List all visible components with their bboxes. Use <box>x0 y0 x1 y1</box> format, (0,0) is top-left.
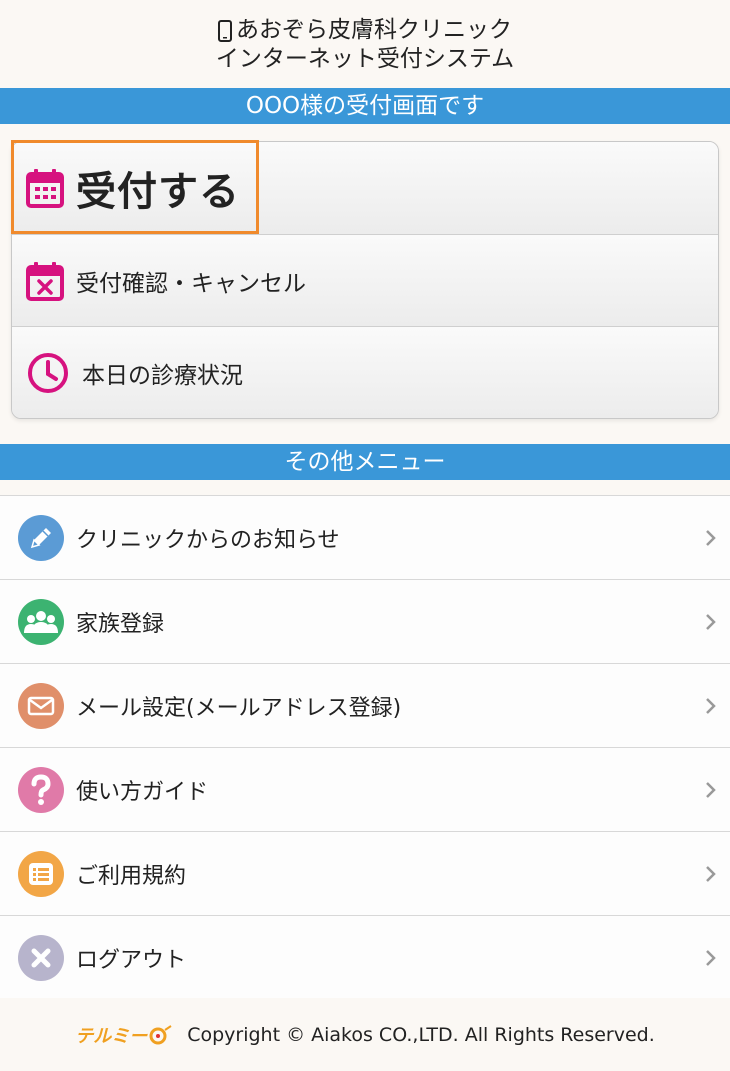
header-line1: あおぞら皮膚科クリニック <box>0 16 730 45</box>
menu-item-guide[interactable]: 使い方ガイド <box>0 748 730 832</box>
calendar-cancel-icon <box>26 261 64 301</box>
chevron-right-icon <box>706 781 716 798</box>
menu-item-label: ログアウト <box>76 947 187 973</box>
footer: テルミー Copyright © Aiakos CO.,LTD. All Rig… <box>0 998 730 1071</box>
telme-logo: テルミー <box>75 1022 173 1048</box>
menu-item-mail-settings[interactable]: メール設定(メールアドレス登録) <box>0 664 730 748</box>
menu-item-label: 家族登録 <box>76 611 165 637</box>
family-icon <box>18 598 64 645</box>
mail-icon <box>18 682 64 729</box>
other-menu-list: クリニックからのお知らせ 家族登録 メール設定(メールアドレス登録) 使い方ガイ… <box>0 495 730 1000</box>
pencil-icon <box>18 514 64 561</box>
smartphone-icon <box>218 19 232 42</box>
chevron-right-icon <box>706 613 716 630</box>
welcome-bar: OOO様の受付画面です <box>0 88 730 124</box>
question-icon <box>18 766 64 813</box>
menu-item-label: 使い方ガイド <box>76 779 209 805</box>
menu-item-notices[interactable]: クリニックからのお知らせ <box>0 496 730 580</box>
chevron-right-icon <box>706 529 716 546</box>
reception-label: 受付する <box>76 169 240 215</box>
confirm-cancel-label: 受付確認・キャンセル <box>76 270 306 297</box>
logout-icon <box>18 934 64 981</box>
menu-item-label: クリニックからのお知らせ <box>76 527 340 553</box>
chevron-right-icon <box>706 697 716 714</box>
menu-item-family[interactable]: 家族登録 <box>0 580 730 664</box>
clock-icon <box>28 352 68 393</box>
system-name: インターネット受付システム <box>215 46 515 72</box>
menu-item-terms[interactable]: ご利用規約 <box>0 832 730 916</box>
list-icon <box>18 850 64 897</box>
reception-button[interactable]: 受付する <box>12 142 718 234</box>
clinic-name: あおぞら皮膚科クリニック <box>236 17 512 43</box>
mascot-icon <box>149 1024 172 1044</box>
other-menu-bar: その他メニュー <box>0 444 730 480</box>
confirm-cancel-button[interactable]: 受付確認・キャンセル <box>12 234 718 326</box>
app-header: あおぞら皮膚科クリニック インターネット受付システム <box>0 0 730 88</box>
menu-item-label: メール設定(メールアドレス登録) <box>76 695 402 721</box>
chevron-right-icon <box>706 949 716 966</box>
menu-item-logout[interactable]: ログアウト <box>0 916 730 1000</box>
calendar-icon <box>26 169 64 208</box>
main-menu-panel: 受付する 受付確認・キャンセル 本日の診療状況 <box>11 141 719 419</box>
today-status-label: 本日の診療状況 <box>82 362 243 389</box>
today-status-button[interactable]: 本日の診療状況 <box>12 326 718 418</box>
menu-item-label: ご利用規約 <box>76 863 187 889</box>
logo-text: テルミー <box>75 1025 148 1047</box>
copyright-text: Copyright © Aiakos CO.,LTD. All Rights R… <box>187 1023 655 1046</box>
chevron-right-icon <box>706 865 716 882</box>
